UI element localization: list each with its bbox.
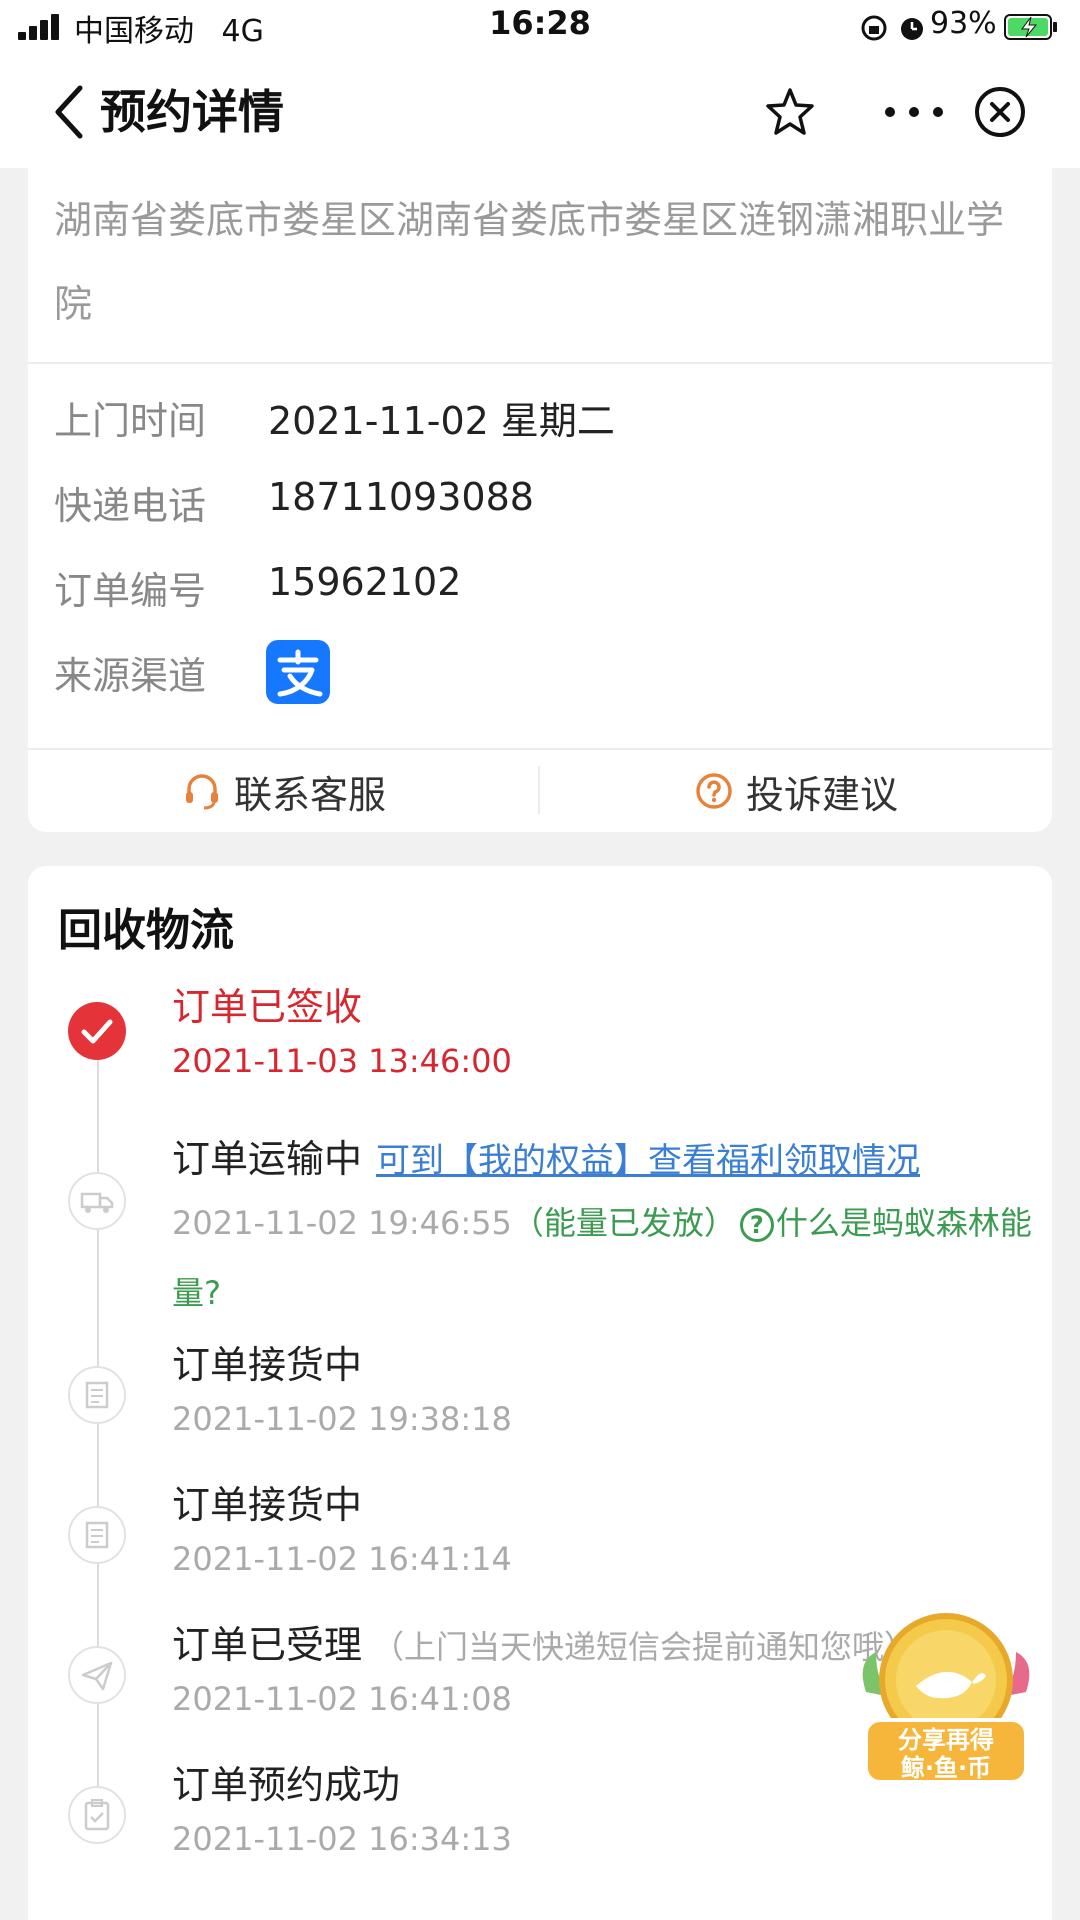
battery-charging-icon xyxy=(1004,14,1057,40)
timeline-step-time: 2021-11-03 13:46:00 xyxy=(172,1042,512,1080)
truck-icon xyxy=(68,1172,126,1230)
timeline-step-title: 订单接货中 xyxy=(172,1343,363,1387)
clipboard-icon xyxy=(68,1786,126,1844)
complaint-label: 投诉建议 xyxy=(745,772,898,817)
section-title: 回收物流 xyxy=(58,905,234,956)
lock-alarm-icon xyxy=(861,15,923,41)
headset-icon xyxy=(185,774,218,810)
courier-phone-value[interactable]: 18711093088 xyxy=(268,475,534,519)
order-number-label: 订单编号 xyxy=(54,569,207,613)
question-icon[interactable]: ? xyxy=(739,1208,774,1242)
contact-service-button[interactable]: 联系客服 xyxy=(28,750,540,832)
timeline-step-title-row: 订单已受理 （上门当天快递短信会提前通知您哦） xyxy=(172,1614,902,1669)
source-channel-label: 来源渠道 xyxy=(54,654,207,698)
pickup-address: 湖南省娄底市娄星区湖南省娄底市娄星区涟钢潇湘职业学院 xyxy=(54,198,1005,326)
battery-percent: 93% xyxy=(930,6,997,41)
timeline-step-time: 2021-11-02 16:41:08 xyxy=(172,1680,512,1718)
timeline-step-time-row: 2021-11-02 19:46:55（能量已发放）? 什么是蚂蚁森林能量? xyxy=(172,1188,1052,1328)
badge-line2: 鲸·鱼·币 xyxy=(900,1754,992,1782)
energy-status: （能量已发放） xyxy=(511,1204,736,1242)
package-icon xyxy=(68,1506,126,1564)
timeline-step-title: 订单已签收 xyxy=(172,985,363,1029)
page-title: 预约详情 xyxy=(100,85,284,139)
order-number-value: 15962102 xyxy=(268,560,462,604)
divider xyxy=(28,362,1052,364)
check-icon xyxy=(68,1002,126,1060)
timeline-step-time: 2021-11-02 19:38:18 xyxy=(172,1400,512,1438)
close-icon[interactable] xyxy=(972,84,1028,140)
paper-plane-icon xyxy=(68,1646,126,1704)
complaint-button[interactable]: 投诉建议 xyxy=(540,750,1052,832)
share-coin-badge[interactable]: 分享再得 鲸·鱼·币 xyxy=(846,1602,1046,1792)
benefits-link[interactable]: 可到【我的权益】查看福利领取情况 xyxy=(376,1141,920,1181)
timeline-step-time: 2021-11-02 16:34:13 xyxy=(172,1820,512,1858)
timeline-step-title: 订单接货中 xyxy=(172,1483,363,1527)
alipay-icon xyxy=(266,640,330,704)
order-details-card: 湖南省娄底市娄星区湖南省娄底市娄星区涟钢潇湘职业学院 上门时间 2021-11-… xyxy=(28,150,1052,832)
timeline-step-title-row: 订单运输中 可到【我的权益】查看福利领取情况 xyxy=(172,1128,920,1183)
timeline-step-title: 订单运输中 xyxy=(172,1137,363,1181)
package-icon xyxy=(68,1366,126,1424)
timeline-step-title: 订单已受理 xyxy=(172,1623,363,1667)
more-icon[interactable] xyxy=(878,86,950,138)
star-icon[interactable] xyxy=(764,86,816,138)
contact-service-label: 联系客服 xyxy=(233,772,386,817)
timeline-step-time: 2021-11-02 19:46:55 xyxy=(172,1204,512,1242)
status-bar: 中国移动 4G 16:28 93% xyxy=(0,0,1080,56)
timeline-step-note: （上门当天快递短信会提前通知您哦） xyxy=(372,1628,902,1666)
visit-time-label: 上门时间 xyxy=(54,399,207,443)
timeline-step-title: 订单预约成功 xyxy=(172,1763,401,1807)
back-arrow-icon[interactable] xyxy=(50,82,86,142)
courier-phone-label: 快递电话 xyxy=(54,484,207,528)
question-icon xyxy=(696,773,732,809)
badge-line1: 分享再得 xyxy=(898,1726,994,1754)
timeline-step-time: 2021-11-02 16:41:14 xyxy=(172,1540,512,1578)
visit-time-value: 2021-11-02 星期二 xyxy=(268,399,615,443)
